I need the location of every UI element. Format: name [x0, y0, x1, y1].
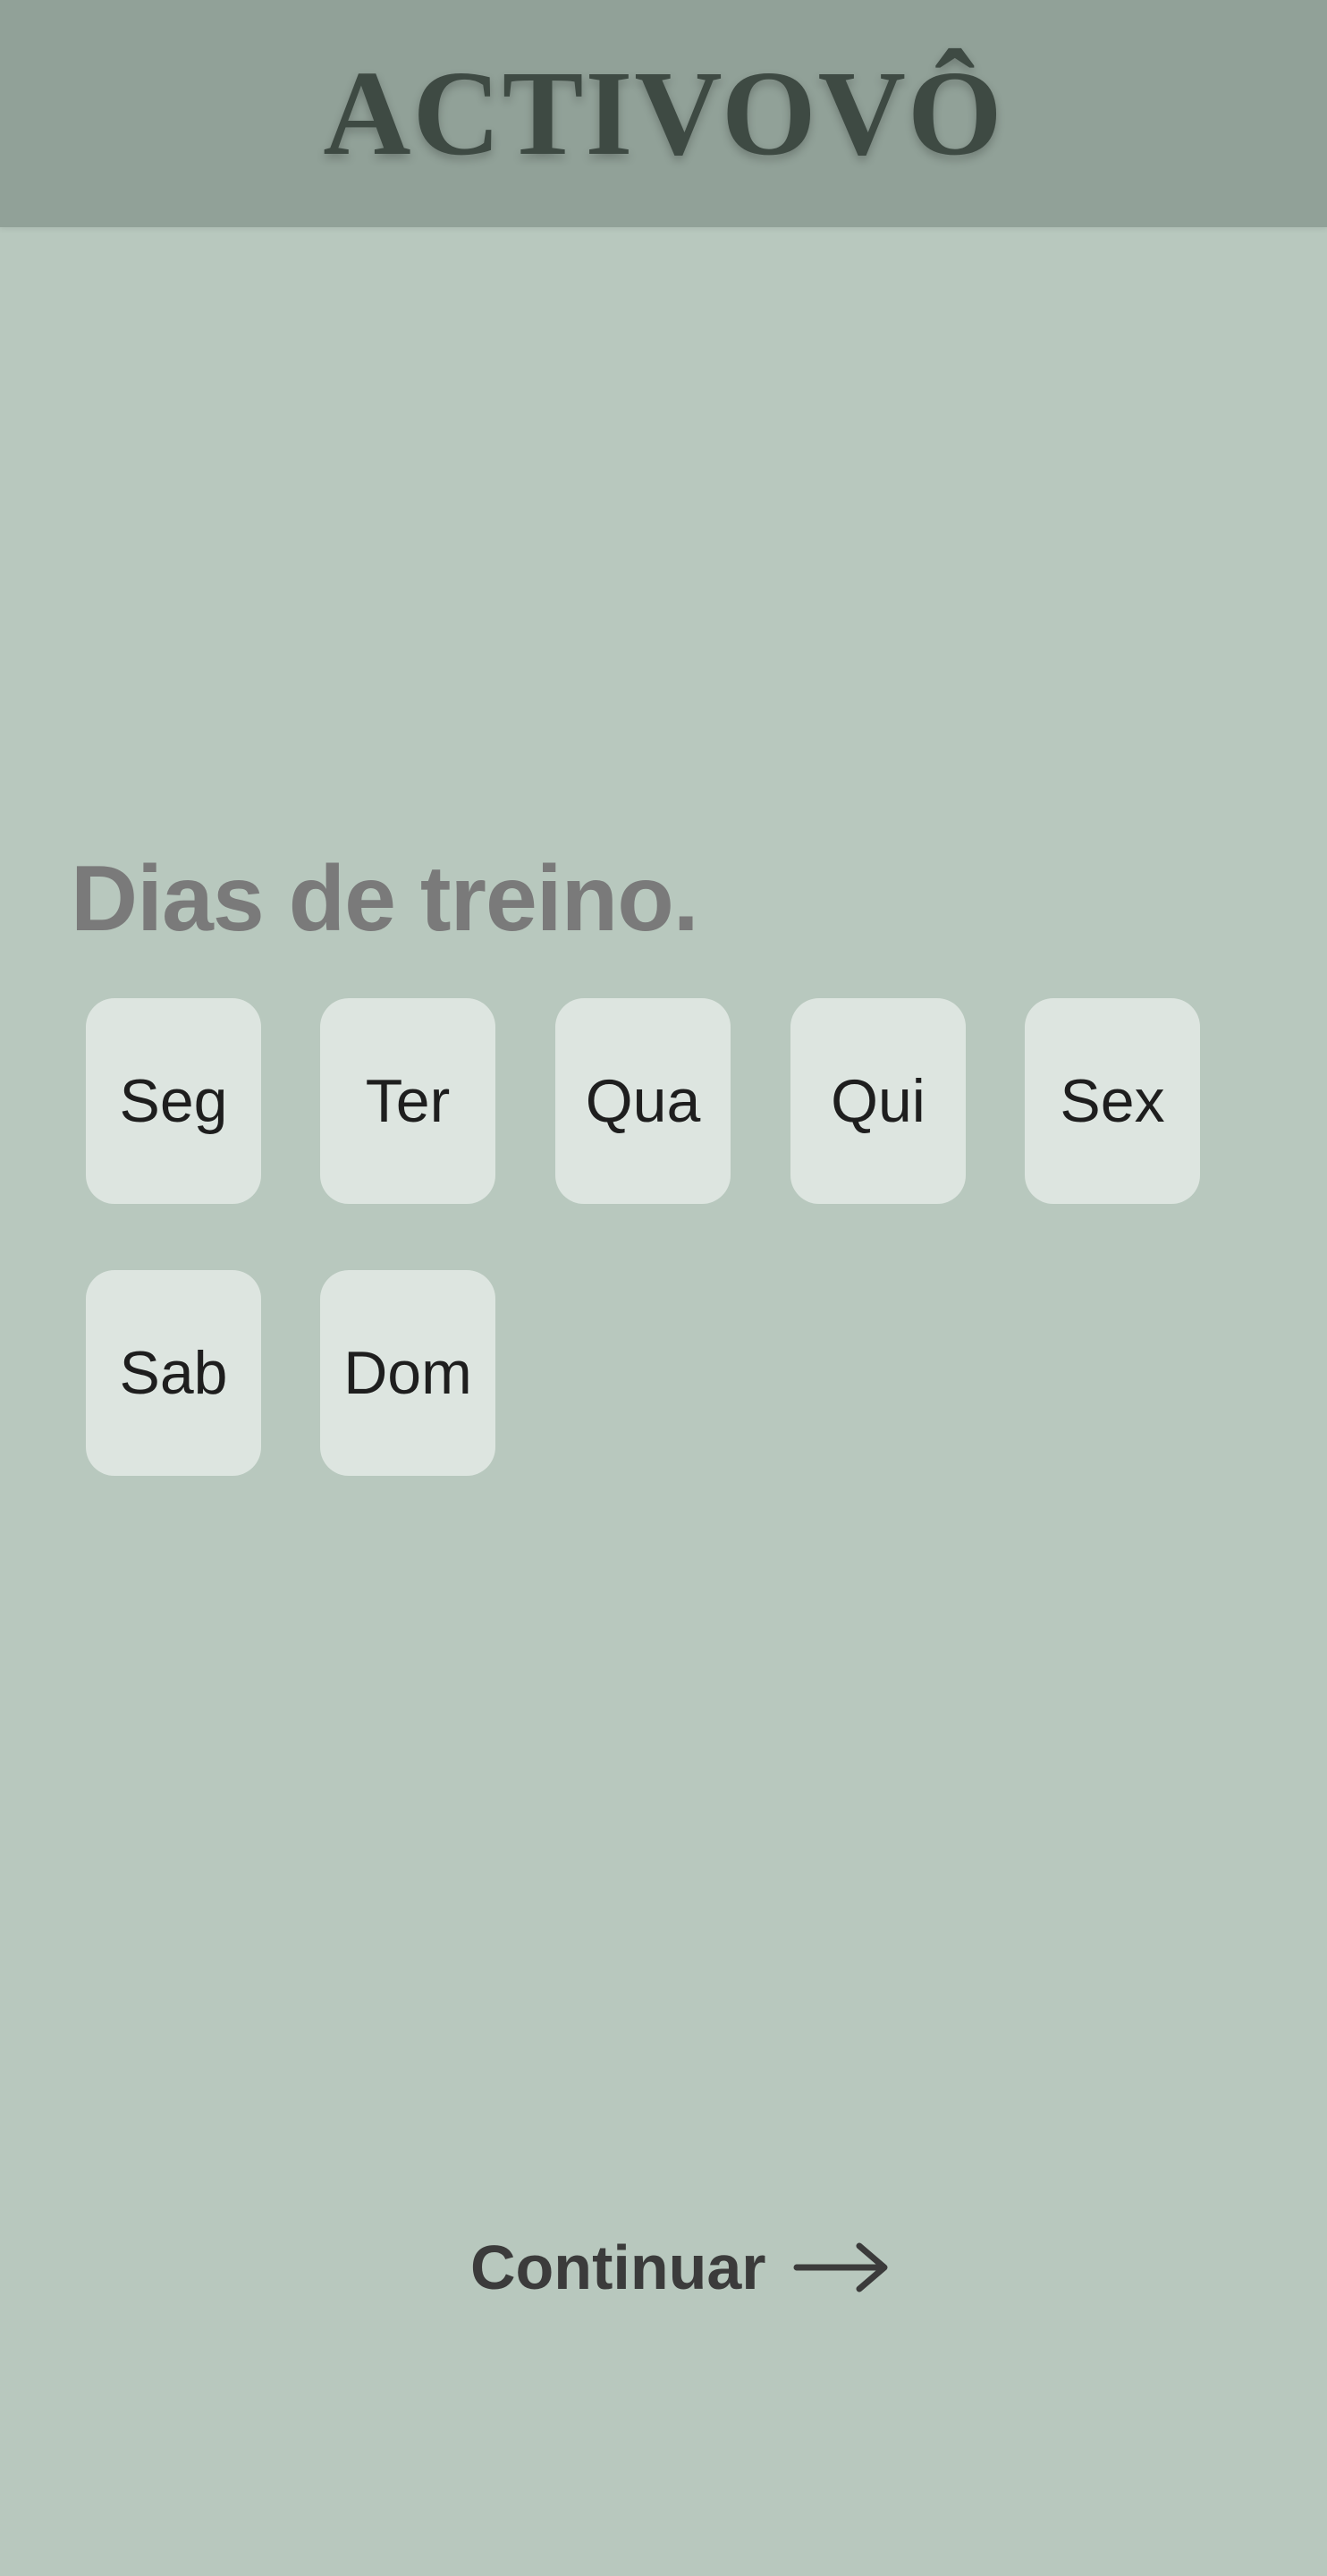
page-title: Dias de treino. [71, 847, 699, 951]
day-button-qui[interactable]: Qui [790, 998, 966, 1204]
app-screen: ACTIVOVÔ Dias de treino. Seg Ter Qua Qui… [0, 0, 1327, 2576]
day-label: Dom [343, 1339, 472, 1407]
continue-button[interactable]: Continuar [470, 2236, 892, 2299]
day-label: Ter [365, 1067, 451, 1135]
day-button-dom[interactable]: Dom [320, 1270, 495, 1476]
day-label: Seg [119, 1067, 228, 1135]
app-logo: ACTIVOVÔ [323, 47, 1004, 181]
day-label: Qui [831, 1067, 926, 1135]
day-button-sex[interactable]: Sex [1025, 998, 1200, 1204]
day-button-sab[interactable]: Sab [86, 1270, 261, 1476]
day-label: Sab [119, 1339, 228, 1407]
arrow-right-icon [793, 2240, 892, 2295]
day-button-ter[interactable]: Ter [320, 998, 495, 1204]
header-bar: ACTIVOVÔ [0, 0, 1327, 227]
day-label: Sex [1060, 1067, 1165, 1135]
day-label: Qua [585, 1067, 701, 1135]
day-button-seg[interactable]: Seg [86, 998, 261, 1204]
continue-label: Continuar [470, 2233, 766, 2302]
day-button-qua[interactable]: Qua [555, 998, 731, 1204]
